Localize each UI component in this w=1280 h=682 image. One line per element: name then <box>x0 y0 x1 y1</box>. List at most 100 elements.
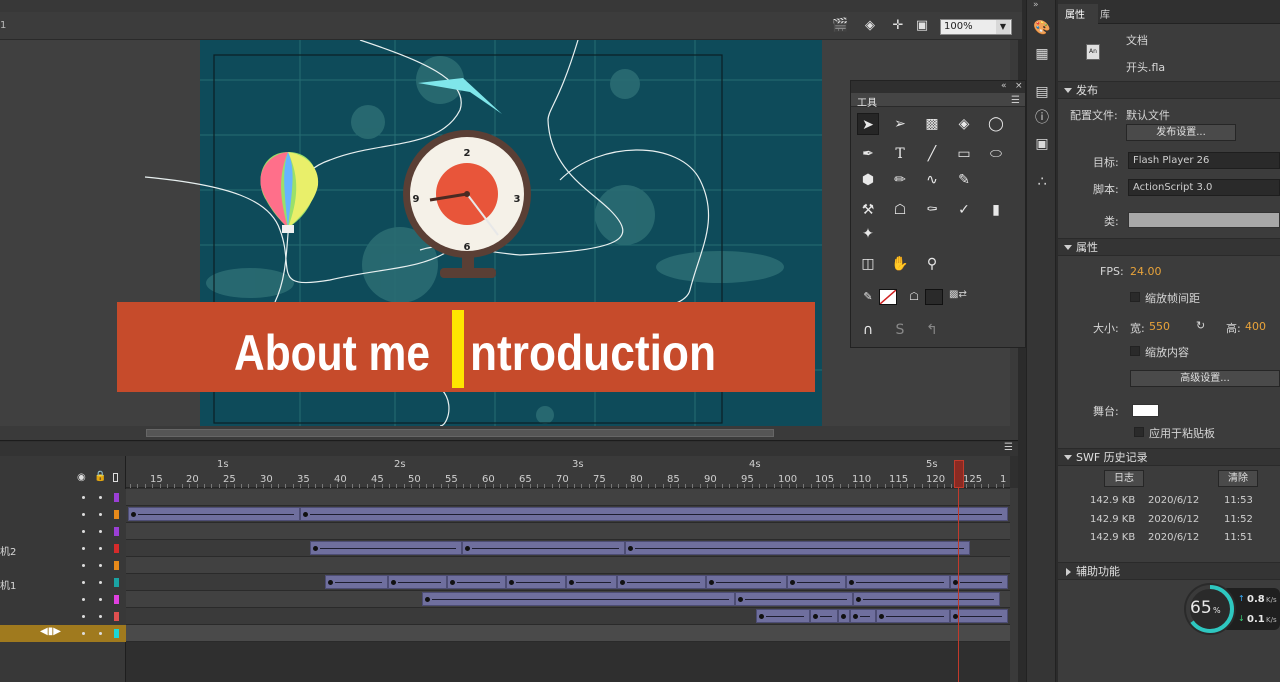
network-speed-widget[interactable]: 65 % ↑ 0.8 K/s ↓ 0.1 K/s <box>1182 580 1280 638</box>
scale-content-checkbox[interactable] <box>1130 346 1140 356</box>
panel-menu-icon[interactable]: ☰ <box>1011 95 1020 106</box>
publish-settings-button[interactable]: 发布设置... <box>1126 124 1236 141</box>
keyframe[interactable] <box>841 614 846 619</box>
keyframe[interactable] <box>759 614 764 619</box>
layer-toggle-dot[interactable] <box>82 530 85 533</box>
keyframe[interactable] <box>790 580 795 585</box>
swatches-icon[interactable]: ▦ <box>1032 44 1052 64</box>
layer-toggle-dot[interactable] <box>82 598 85 601</box>
layer-toggle-dot[interactable] <box>99 632 102 635</box>
clapper-icon[interactable]: 🎬 <box>832 18 848 34</box>
keyframe[interactable] <box>131 512 136 517</box>
clear-button[interactable]: 清除 <box>1218 470 1258 487</box>
keyframe[interactable] <box>313 546 318 551</box>
keyframe[interactable] <box>849 580 854 585</box>
stage-color-swatch[interactable] <box>1132 404 1159 417</box>
timeline-layer-row[interactable] <box>0 625 1010 642</box>
keyframe[interactable] <box>709 580 714 585</box>
eyedropper-icon[interactable]: ✓ <box>953 199 975 221</box>
layer-item[interactable] <box>0 591 126 608</box>
edit-symbols-icon[interactable]: ◈ <box>862 18 878 34</box>
timeline-layer-row[interactable] <box>0 489 1010 506</box>
ink-bottle-icon[interactable]: ⚰ <box>921 199 943 221</box>
smooth-icon[interactable]: S <box>889 319 911 341</box>
outline-icon[interactable] <box>113 473 118 482</box>
log-button[interactable]: 日志 <box>1104 470 1144 487</box>
lock-icon[interactable]: 🔒 <box>94 471 106 482</box>
keyframe[interactable] <box>628 546 633 551</box>
width-icon[interactable]: ✦ <box>857 223 879 245</box>
center-stage-icon[interactable]: ✛ <box>890 18 906 34</box>
keyframe[interactable] <box>303 512 308 517</box>
camera-icon[interactable]: ◫ <box>857 253 879 275</box>
layer-color-swatch[interactable] <box>114 510 119 519</box>
line-icon[interactable]: ╱ <box>921 143 943 165</box>
keyframe[interactable] <box>425 597 430 602</box>
layer-toggle-dot[interactable] <box>99 496 102 499</box>
layer-item[interactable] <box>0 540 126 557</box>
layer-color-swatch[interactable] <box>114 561 119 570</box>
keyframe[interactable] <box>450 580 455 585</box>
fill-color-swatch[interactable] <box>925 289 943 305</box>
hand-icon[interactable]: ✋ <box>889 253 911 275</box>
layer-item[interactable] <box>0 625 126 642</box>
layer-item[interactable] <box>0 489 126 506</box>
properties-section-header[interactable]: 属性 <box>1058 238 1280 256</box>
eraser-icon[interactable]: ▮ <box>985 199 1007 221</box>
expand-icon[interactable]: » <box>1033 0 1039 10</box>
playhead-line[interactable] <box>958 460 959 682</box>
swf-history-section-header[interactable]: SWF 历史记录 <box>1058 448 1280 466</box>
layer-color-swatch[interactable] <box>114 629 119 638</box>
keyframe[interactable] <box>879 614 884 619</box>
pen-icon[interactable]: ✒ <box>857 143 879 165</box>
target-select[interactable]: Flash Player 26 <box>1128 152 1280 169</box>
keyframe[interactable] <box>620 580 625 585</box>
layer-toggle-dot[interactable] <box>99 530 102 533</box>
layer-color-swatch[interactable] <box>114 578 119 587</box>
info-icon[interactable]: ⓘ <box>1032 108 1052 128</box>
rectangle-icon[interactable]: ▭ <box>953 143 975 165</box>
chevron-down-icon[interactable]: ▼ <box>996 20 1010 34</box>
layer-toggle-dot[interactable] <box>99 615 102 618</box>
layer-toggle-dot[interactable] <box>82 564 85 567</box>
keyframe[interactable] <box>569 580 574 585</box>
scrollbar-thumb[interactable] <box>146 429 774 437</box>
keyframe[interactable] <box>328 580 333 585</box>
snap-icon[interactable]: ∩ <box>857 319 879 341</box>
components-icon[interactable]: ∴ <box>1032 172 1052 192</box>
subselection-icon[interactable]: ➢ <box>889 113 911 135</box>
layer-color-swatch[interactable] <box>114 612 119 621</box>
class-input[interactable] <box>1128 212 1280 228</box>
stroke-color-icon[interactable]: ✎ <box>857 286 879 308</box>
keyframe[interactable] <box>856 597 861 602</box>
tab-library[interactable]: 库 <box>1100 6 1110 21</box>
layer-color-swatch[interactable] <box>114 527 119 536</box>
playhead[interactable] <box>954 460 964 488</box>
script-select[interactable]: ActionScript 3.0 <box>1128 179 1280 196</box>
pencil-icon[interactable]: ✏ <box>889 169 911 191</box>
paint-bucket-icon[interactable]: ☖ <box>889 199 911 221</box>
selection-icon[interactable]: ➤ <box>857 113 879 135</box>
width-value[interactable]: 550 <box>1149 320 1170 333</box>
layer-toggle-dot[interactable] <box>82 615 85 618</box>
layer-color-swatch[interactable] <box>114 544 119 553</box>
polystar-icon[interactable]: ⬢ <box>857 169 879 191</box>
layer-toggle-dot[interactable] <box>82 496 85 499</box>
timeline-scrollbar[interactable] <box>1010 488 1018 682</box>
keyframe[interactable] <box>813 614 818 619</box>
layer-item[interactable] <box>0 523 126 540</box>
brush-icon[interactable]: ✎ <box>953 169 975 191</box>
link-icon[interactable]: ↻ <box>1196 319 1205 332</box>
layer-toggle-dot[interactable] <box>82 581 85 584</box>
advanced-settings-button[interactable]: 高级设置... <box>1130 370 1280 387</box>
layer-color-swatch[interactable] <box>114 595 119 604</box>
keyframe[interactable] <box>391 580 396 585</box>
height-value[interactable]: 400 <box>1245 320 1266 333</box>
layer-edit-icon[interactable]: ◀▮▶ <box>40 626 61 637</box>
clip-content-icon[interactable]: ▣ <box>914 18 930 34</box>
accessibility-section-header[interactable]: 辅助功能 <box>1058 562 1280 580</box>
close-icon[interactable]: × <box>1015 81 1023 91</box>
layer-item[interactable] <box>0 574 126 591</box>
keyframe[interactable] <box>509 580 514 585</box>
align-icon[interactable]: ▤ <box>1032 82 1052 102</box>
